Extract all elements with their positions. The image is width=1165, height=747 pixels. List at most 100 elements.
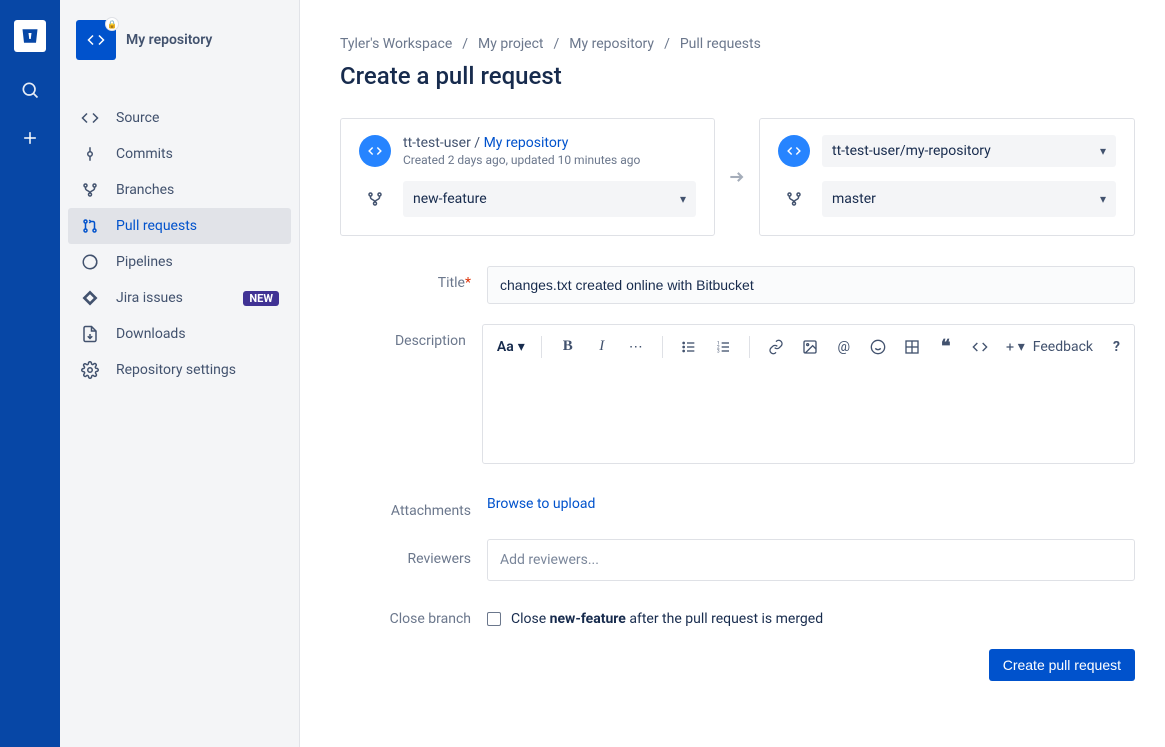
breadcrumb-item[interactable]: My repository — [569, 36, 654, 52]
page-title: Create a pull request — [340, 62, 1135, 90]
reviewers-row: Reviewers Add reviewers... — [340, 539, 1135, 581]
breadcrumb-item[interactable]: Pull requests — [680, 36, 761, 52]
bitbucket-icon — [21, 27, 39, 45]
target-repo-icon — [778, 135, 810, 167]
sidebar-item-pull-requests[interactable]: Pull requests — [68, 208, 291, 244]
sidebar-item-label: Pull requests — [116, 218, 197, 234]
sidebar-item-jira-issues[interactable]: Jira issues NEW — [68, 280, 291, 316]
close-branch-text: Close new-feature after the pull request… — [511, 611, 823, 627]
editor-toolbar: Aa▾ B I ⋯ 123 — [483, 325, 1134, 369]
description-row: Description Aa▾ B I ⋯ 123 — [340, 324, 1135, 464]
bitbucket-logo[interactable] — [14, 20, 46, 52]
target-repo-select[interactable]: tt-test-user/my-repository ▾ — [822, 135, 1116, 167]
link-button[interactable] — [766, 337, 786, 357]
table-button[interactable] — [902, 337, 922, 357]
browse-upload-link[interactable]: Browse to upload — [487, 494, 595, 512]
breadcrumb: Tyler's Workspace / My project / My repo… — [340, 36, 1135, 52]
close-branch-row: Close branch Close new-feature after the… — [340, 611, 1135, 627]
reviewers-label: Reviewers — [340, 539, 487, 581]
breadcrumb-item[interactable]: Tyler's Workspace — [340, 36, 452, 52]
source-icon — [80, 109, 100, 127]
branch-icon — [778, 190, 810, 208]
sidebar-item-branches[interactable]: Branches — [68, 172, 291, 208]
commits-icon — [80, 145, 100, 163]
title-input[interactable] — [487, 266, 1135, 304]
target-branch-select[interactable]: master ▾ — [822, 181, 1116, 217]
close-branch-label: Close branch — [340, 611, 487, 627]
source-repo-link[interactable]: My repository — [484, 135, 569, 151]
toolbar-separator — [749, 336, 750, 358]
jira-icon — [80, 289, 100, 307]
sidebar-item-label: Pipelines — [116, 254, 173, 270]
breadcrumb-item[interactable]: My project — [478, 36, 543, 52]
title-label: Title* — [340, 266, 487, 304]
sidebar-item-label: Commits — [116, 146, 173, 162]
description-label: Description — [340, 324, 482, 464]
pull-requests-icon — [80, 217, 100, 235]
source-repo-icon — [359, 135, 391, 167]
sidebar: 🔒 My repository Source Commits Branches … — [60, 0, 300, 747]
chevron-down-icon: ▾ — [518, 339, 525, 355]
branch-selection-row: tt-test-user / My repository Created 2 d… — [340, 118, 1135, 236]
branches-icon — [80, 181, 100, 199]
source-branch-select[interactable]: new-feature ▾ — [403, 181, 696, 217]
add-icon[interactable] — [20, 128, 40, 148]
source-branch-value: new-feature — [413, 191, 487, 207]
global-nav — [0, 0, 60, 747]
create-pull-request-button[interactable]: Create pull request — [989, 649, 1135, 681]
sidebar-repo-header[interactable]: 🔒 My repository — [68, 20, 291, 76]
numbered-list-button[interactable]: 123 — [713, 337, 733, 357]
editor-body[interactable] — [483, 369, 1134, 463]
sidebar-item-label: Source — [116, 110, 159, 126]
target-branch-box: tt-test-user/my-repository ▾ master ▾ — [759, 118, 1135, 236]
help-button[interactable]: ? — [1113, 339, 1120, 355]
sidebar-item-downloads[interactable]: Downloads — [68, 316, 291, 352]
quote-button[interactable]: ❝ — [936, 337, 956, 357]
title-row: Title* — [340, 266, 1135, 304]
source-sep: / — [471, 135, 484, 151]
italic-button[interactable]: I — [592, 337, 612, 357]
source-branch-box: tt-test-user / My repository Created 2 d… — [340, 118, 715, 236]
pipelines-icon — [80, 253, 100, 271]
toolbar-separator — [662, 336, 663, 358]
close-branch-checkbox[interactable] — [487, 612, 501, 626]
sidebar-item-pipelines[interactable]: Pipelines — [68, 244, 291, 280]
reviewers-placeholder: Add reviewers... — [500, 552, 599, 568]
bold-button[interactable]: B — [558, 337, 578, 357]
feedback-button[interactable]: Feedback — [1033, 339, 1093, 355]
branch-icon — [359, 190, 391, 208]
sidebar-item-repository-settings[interactable]: Repository settings — [68, 352, 291, 388]
lock-icon: 🔒 — [105, 17, 119, 31]
toolbar-separator — [541, 336, 542, 358]
mention-button[interactable]: @ — [834, 337, 854, 357]
text-style-button[interactable]: Aa▾ — [497, 339, 525, 355]
chevron-down-icon: ▾ — [680, 192, 686, 206]
svg-text:3: 3 — [717, 348, 720, 354]
required-mark: * — [465, 275, 471, 291]
emoji-button[interactable] — [868, 337, 888, 357]
bullet-list-button[interactable] — [679, 337, 699, 357]
attachments-label: Attachments — [340, 494, 487, 519]
image-button[interactable] — [800, 337, 820, 357]
target-repo-value: tt-test-user/my-repository — [832, 143, 991, 159]
breadcrumb-sep: / — [462, 36, 468, 52]
breadcrumb-sep: / — [664, 36, 670, 52]
sidebar-item-source[interactable]: Source — [68, 100, 291, 136]
downloads-icon — [80, 325, 100, 343]
settings-icon — [80, 361, 100, 379]
target-branch-value: master — [832, 191, 876, 207]
insert-more-button[interactable]: ▾ — [1004, 337, 1025, 357]
chevron-down-icon: ▾ — [1100, 144, 1106, 158]
reviewers-input[interactable]: Add reviewers... — [487, 539, 1135, 581]
code-icon — [87, 31, 105, 49]
sidebar-item-commits[interactable]: Commits — [68, 136, 291, 172]
breadcrumb-sep: / — [554, 36, 560, 52]
source-owner: tt-test-user — [403, 135, 471, 151]
repo-avatar: 🔒 — [76, 20, 116, 60]
search-icon[interactable] — [20, 80, 40, 100]
code-button[interactable] — [970, 337, 990, 357]
more-formatting-button[interactable]: ⋯ — [626, 337, 646, 357]
main-content: Tyler's Workspace / My project / My repo… — [300, 0, 1165, 747]
sidebar-item-label: Downloads — [116, 326, 186, 342]
chevron-down-icon: ▾ — [1100, 192, 1106, 206]
